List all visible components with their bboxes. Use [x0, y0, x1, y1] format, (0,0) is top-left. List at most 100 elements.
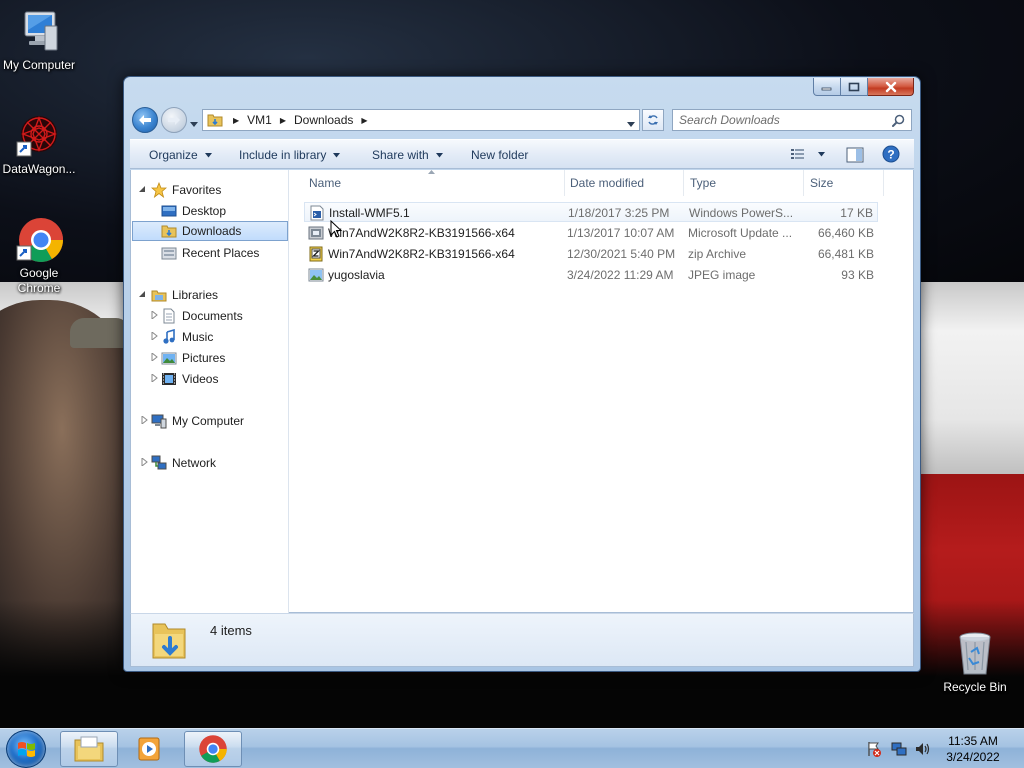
nav-my-computer[interactable]: My Computer	[151, 411, 244, 431]
taskbar: 11:35 AM 3/24/2022	[0, 728, 1024, 768]
column-header-date-modified[interactable]: Date modified	[564, 170, 684, 196]
file-row[interactable]: yugoslavia 3/24/2022 11:29 AM JPEG image…	[304, 265, 878, 285]
desktop-icon-label: Recycle Bin	[943, 680, 1007, 694]
minimize-icon	[821, 87, 832, 90]
search-box[interactable]	[672, 109, 912, 131]
chevron-down-icon	[818, 151, 825, 156]
include-in-library-menu[interactable]: Include in library	[239, 148, 341, 162]
nav-music[interactable]: Music	[161, 327, 213, 347]
search-input[interactable]	[679, 111, 889, 129]
nav-network[interactable]: Network	[151, 453, 216, 473]
forward-arrow-icon	[168, 115, 180, 125]
refresh-icon	[648, 115, 658, 125]
column-header-type[interactable]: Type	[684, 170, 804, 196]
chrome-icon	[15, 216, 64, 264]
start-button[interactable]	[6, 730, 46, 768]
share-with-label: Share with	[372, 148, 429, 162]
recent-pages-dropdown[interactable]	[190, 117, 198, 127]
preview-pane-icon[interactable]	[846, 147, 864, 163]
system-clock[interactable]: 11:35 AM 3/24/2022	[937, 733, 1009, 765]
tree-expanded-icon[interactable]	[139, 185, 146, 193]
nav-recent-places[interactable]: Recent Places	[161, 243, 259, 263]
network-icon	[151, 455, 167, 470]
column-label: Date modified	[570, 176, 645, 190]
volume-icon[interactable]	[915, 741, 931, 757]
folder-download-icon	[152, 623, 186, 659]
nav-documents[interactable]: Documents	[161, 306, 243, 326]
tree-collapsed-icon[interactable]	[141, 458, 148, 466]
nav-label: Pictures	[182, 351, 226, 365]
file-name: Win7AndW2K8R2-KB3191566-x64	[328, 226, 515, 240]
refresh-button[interactable]	[642, 109, 664, 131]
new-folder-label: New folder	[471, 148, 529, 162]
taskbar-chrome-button[interactable]	[184, 731, 242, 767]
nav-label: Music	[182, 330, 214, 344]
desktop-icon-label: My Computer	[2, 58, 76, 72]
tree-collapsed-icon[interactable]	[151, 332, 158, 340]
file-list[interactable]: Name Date modified Type Size Install-WMF…	[290, 170, 914, 613]
details-pane: 4 items	[130, 613, 914, 667]
tree-expanded-icon[interactable]	[139, 290, 146, 298]
tree-collapsed-icon[interactable]	[151, 374, 158, 382]
nav-label: Downloads	[182, 224, 242, 238]
file-row[interactable]: Win7AndW2K8R2-KB3191566-x64 1/13/2017 10…	[304, 223, 878, 243]
computer-icon	[151, 414, 167, 429]
desktop-icon-google-chrome[interactable]: Google Chrome	[0, 216, 80, 296]
column-header-name[interactable]: Name	[303, 170, 565, 196]
minimize-button[interactable]	[813, 78, 841, 96]
mouse-cursor-icon	[330, 220, 342, 238]
file-type: Windows PowerS...	[689, 206, 794, 220]
column-label: Size	[810, 176, 834, 190]
explorer-window[interactable]: ▶ VM1 ▶ Downloads ▶ Organize Include in …	[123, 76, 921, 672]
nav-favorites[interactable]: Favorites	[151, 180, 221, 200]
explorer-content: Favorites Desktop Downloads Recent Place…	[130, 170, 914, 613]
new-folder-button[interactable]: New folder	[471, 148, 528, 162]
nav-label: My Computer	[172, 414, 245, 428]
forward-button[interactable]	[161, 107, 187, 133]
desktop-icon-datawagon[interactable]: DataWagon...	[0, 112, 80, 177]
nav-pictures[interactable]: Pictures	[161, 348, 225, 368]
file-name: Win7AndW2K8R2-KB3191566-x64	[328, 247, 515, 261]
file-row[interactable]: Win7AndW2K8R2-KB3191566-x64 12/30/2021 5…	[304, 244, 878, 264]
navigation-pane[interactable]: Favorites Desktop Downloads Recent Place…	[131, 170, 289, 613]
desktop-icon-label: Google Chrome	[17, 266, 61, 295]
taskbar-media-player-button[interactable]	[121, 731, 179, 767]
address-dropdown[interactable]	[627, 117, 635, 127]
column-label: Name	[309, 176, 342, 190]
tree-collapsed-icon[interactable]	[151, 353, 158, 361]
desktop-icon-label: DataWagon...	[2, 162, 76, 176]
help-icon[interactable]: ?	[882, 145, 900, 163]
breadcrumb-downloads[interactable]: Downloads	[292, 111, 355, 129]
file-size: 66,481 KB	[817, 247, 874, 261]
powershell-script-icon	[310, 205, 324, 221]
nav-libraries[interactable]: Libraries	[151, 285, 218, 305]
search-icon[interactable]	[892, 114, 905, 127]
libraries-icon	[151, 290, 167, 302]
address-bar[interactable]: ▶ VM1 ▶ Downloads ▶	[202, 109, 640, 131]
tree-collapsed-icon[interactable]	[151, 311, 158, 319]
desktop-icon-my-computer[interactable]: My Computer	[0, 8, 80, 73]
desktop-icon-recycle-bin[interactable]: Recycle Bin	[934, 630, 1016, 695]
zip-file-icon	[309, 246, 323, 262]
nav-downloads[interactable]: Downloads	[132, 221, 288, 241]
breadcrumb-vm1[interactable]: VM1	[245, 111, 274, 129]
file-size: 17 KB	[840, 206, 873, 220]
column-header-size[interactable]: Size	[804, 170, 884, 196]
breadcrumb-separator-icon: ▶	[361, 115, 368, 125]
action-center-flag-icon[interactable]	[866, 741, 882, 757]
network-status-icon[interactable]	[891, 741, 907, 757]
share-with-menu[interactable]: Share with	[372, 148, 443, 162]
file-type: Microsoft Update ...	[688, 226, 793, 240]
tree-collapsed-icon[interactable]	[141, 416, 148, 424]
nav-videos[interactable]: Videos	[161, 369, 218, 389]
file-size: 93 KB	[841, 268, 874, 282]
maximize-button[interactable]	[841, 78, 868, 96]
back-button[interactable]	[132, 107, 158, 133]
nav-desktop[interactable]: Desktop	[161, 201, 226, 221]
close-button[interactable]	[868, 78, 914, 96]
organize-menu[interactable]: Organize	[149, 148, 212, 162]
datawagon-icon	[15, 112, 63, 160]
change-view-button[interactable]	[790, 147, 825, 161]
file-row[interactable]: Install-WMF5.1 1/18/2017 3:25 PM Windows…	[304, 202, 878, 222]
taskbar-explorer-button[interactable]	[60, 731, 118, 767]
